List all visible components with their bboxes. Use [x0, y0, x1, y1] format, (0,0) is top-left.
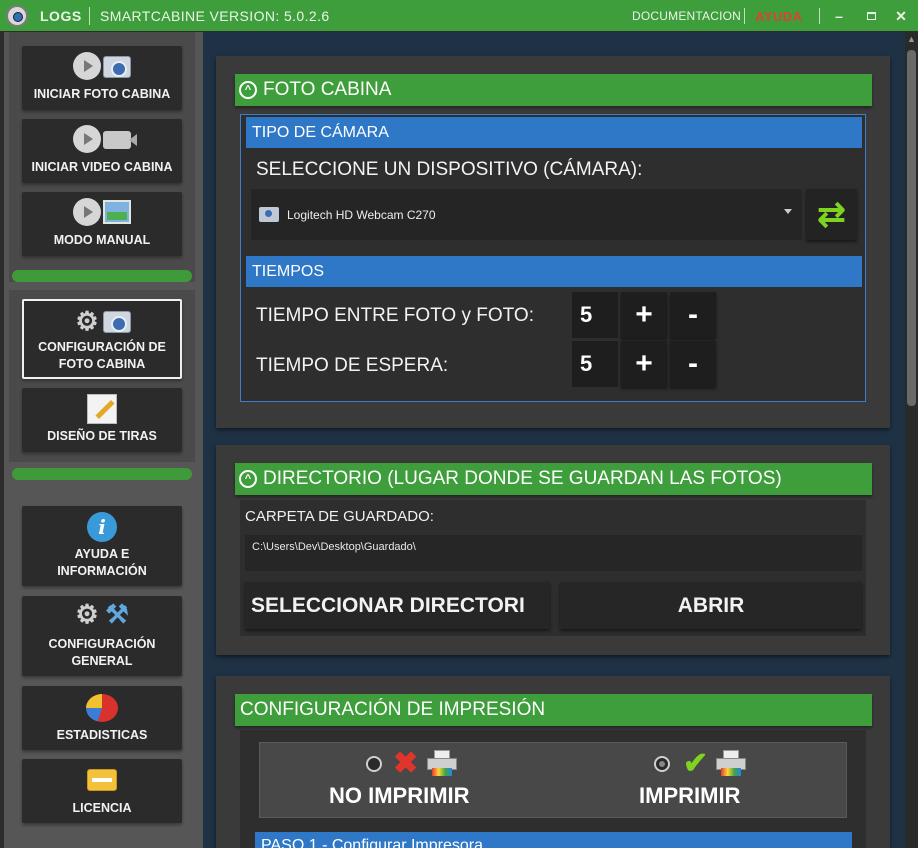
select-directory-button[interactable]: SELECCIONAR DIRECTORI	[245, 582, 550, 629]
wait-time-label: TIEMPO DE ESPERA:	[256, 355, 449, 376]
sidebar-item-label: DISEÑO DE TIRAS	[47, 429, 157, 443]
statistics-button[interactable]: ESTADISTICAS	[22, 686, 182, 750]
camera-icon	[103, 311, 131, 333]
print-radio[interactable]	[654, 756, 670, 772]
open-directory-button[interactable]: ABRIR	[560, 582, 862, 629]
scrollbar-thumb[interactable]	[907, 50, 916, 406]
sidebar-item-label: INICIAR VIDEO CABINA	[31, 160, 173, 174]
logs-link[interactable]: LOGS	[40, 8, 82, 24]
info-icon: i	[87, 512, 117, 542]
refresh-devices-button[interactable]: ⇄	[806, 189, 857, 240]
title-divider	[744, 8, 745, 24]
save-folder-path-field[interactable]: C:\Users\Dev\Desktop\Guardado\	[245, 535, 862, 571]
maximize-button[interactable]	[860, 5, 882, 27]
print-label[interactable]: IMPRIMIR	[639, 783, 740, 809]
time-between-decrement-button[interactable]: -	[670, 292, 716, 338]
no-print-label[interactable]: NO IMPRIMIR	[329, 783, 470, 809]
picture-icon	[103, 200, 131, 224]
printer-step-header: PASO 1 - Configurar Impresora	[255, 832, 852, 848]
camera-type-header: TIPO DE CÁMARA	[246, 117, 862, 148]
help-info-button[interactable]: i AYUDA E INFORMACIÓN	[22, 506, 182, 586]
chevron-up-icon[interactable]: ^	[239, 81, 257, 99]
close-button[interactable]: ✕	[890, 5, 912, 27]
time-between-increment-button[interactable]: +	[621, 292, 667, 338]
sidebar-item-label-line1: CONFIGURACIÓN DE	[38, 340, 166, 354]
cross-icon: ✖	[393, 747, 419, 780]
sidebar-item-label: LICENCIA	[72, 801, 132, 815]
play-icon	[73, 52, 101, 80]
sidebar-item-label: CONFIGURACIÓN GENERAL	[26, 636, 178, 670]
vertical-scrollbar[interactable]: ▲	[905, 32, 918, 848]
sidebar-item-label: CONFIGURACIÓN DE FOTO CABINA	[28, 339, 176, 373]
start-photo-booth-button[interactable]: INICIAR FOTO CABINA	[22, 46, 182, 110]
gear-icon: ⚙	[75, 306, 99, 336]
section-title: DIRECTORIO (LUGAR DONDE SE GUARDAN LAS F…	[263, 468, 782, 489]
chevron-down-icon	[784, 209, 792, 214]
start-video-booth-button[interactable]: INICIAR VIDEO CABINA	[22, 119, 182, 183]
directory-header[interactable]: ^ DIRECTORIO (LUGAR DONDE SE GUARDAN LAS…	[235, 463, 872, 495]
sidebar-item-label-line2: GENERAL	[71, 654, 133, 668]
pencil-icon	[87, 394, 117, 424]
title-bar: LOGS SMARTCABINE VERSION: 5.0.2.6 DOCUME…	[0, 0, 918, 31]
times-header: TIEMPOS	[246, 256, 862, 287]
wait-time-increment-button[interactable]: +	[621, 341, 667, 387]
app-window: LOGS SMARTCABINE VERSION: 5.0.2.6 DOCUME…	[0, 0, 918, 848]
minimize-button[interactable]: –	[828, 5, 850, 27]
tools-icon: ⚒	[105, 599, 129, 629]
sidebar-item-label-line1: CONFIGURACIÓN	[48, 637, 156, 651]
no-print-radio[interactable]	[366, 756, 382, 772]
select-device-label: SELECCIONE UN DISPOSITIVO (CÁMARA):	[256, 159, 643, 180]
play-icon	[73, 125, 101, 153]
license-card-icon	[87, 769, 117, 791]
general-config-button[interactable]: ⚙ ⚒ CONFIGURACIÓN GENERAL	[22, 596, 182, 676]
gear-icon: ⚙	[75, 599, 99, 629]
printer-icon	[716, 750, 746, 776]
sidebar-item-label-line2: FOTO CABINA	[58, 357, 146, 371]
time-between-photos-label: TIEMPO ENTRE FOTO y FOTO:	[256, 305, 534, 326]
strip-design-button[interactable]: DISEÑO DE TIRAS	[22, 388, 182, 452]
sidebar-item-label: MODO MANUAL	[53, 233, 151, 247]
sidebar-divider	[12, 468, 192, 480]
photo-booth-config-button[interactable]: ⚙ CONFIGURACIÓN DE FOTO CABINA	[22, 299, 182, 379]
sidebar: INICIAR FOTO CABINA INICIAR VIDEO CABINA…	[4, 32, 203, 848]
photo-booth-header[interactable]: ^ FOTO CABINA	[235, 74, 872, 106]
title-divider	[89, 7, 90, 25]
manual-mode-button[interactable]: MODO MANUAL	[22, 192, 182, 256]
sidebar-item-label-line1: AYUDA E	[74, 547, 130, 561]
chevron-up-icon[interactable]: ^	[239, 470, 257, 488]
section-title: FOTO CABINA	[263, 79, 392, 100]
camera-icon	[103, 56, 131, 78]
selected-device: Logitech HD Webcam C270	[287, 207, 436, 222]
printer-icon	[427, 750, 457, 776]
documentation-link[interactable]: DOCUMENTACION	[632, 9, 741, 23]
license-button[interactable]: LICENCIA	[22, 759, 182, 823]
wait-time-decrement-button[interactable]: -	[670, 341, 716, 387]
camera-device-select[interactable]: Logitech HD Webcam C270	[251, 189, 802, 240]
play-icon	[73, 198, 101, 226]
sidebar-item-label: ESTADISTICAS	[56, 728, 148, 742]
app-logo-icon	[6, 5, 28, 27]
camera-icon	[259, 207, 279, 222]
sidebar-item-label-line2: INFORMACIÓN	[57, 564, 147, 578]
print-config-header[interactable]: CONFIGURACIÓN DE IMPRESIÓN	[235, 694, 872, 726]
refresh-icon: ⇄	[817, 195, 846, 234]
time-between-photos-value[interactable]: 5	[572, 292, 618, 338]
pie-chart-icon	[86, 694, 118, 722]
wait-time-value[interactable]: 5	[572, 341, 618, 387]
video-camera-icon	[103, 131, 137, 149]
sidebar-item-label: AYUDA E INFORMACIÓN	[26, 546, 178, 580]
sidebar-item-label: INICIAR FOTO CABINA	[33, 87, 171, 101]
title-divider	[819, 8, 820, 24]
check-icon: ✔	[683, 747, 709, 780]
sidebar-divider	[12, 270, 192, 282]
app-version: SMARTCABINE VERSION: 5.0.2.6	[100, 8, 330, 24]
save-folder-label: CARPETA DE GUARDADO:	[245, 508, 434, 525]
maximize-icon	[866, 12, 876, 20]
help-link[interactable]: AYUDA	[755, 9, 803, 24]
scroll-up-icon[interactable]: ▲	[905, 34, 918, 46]
